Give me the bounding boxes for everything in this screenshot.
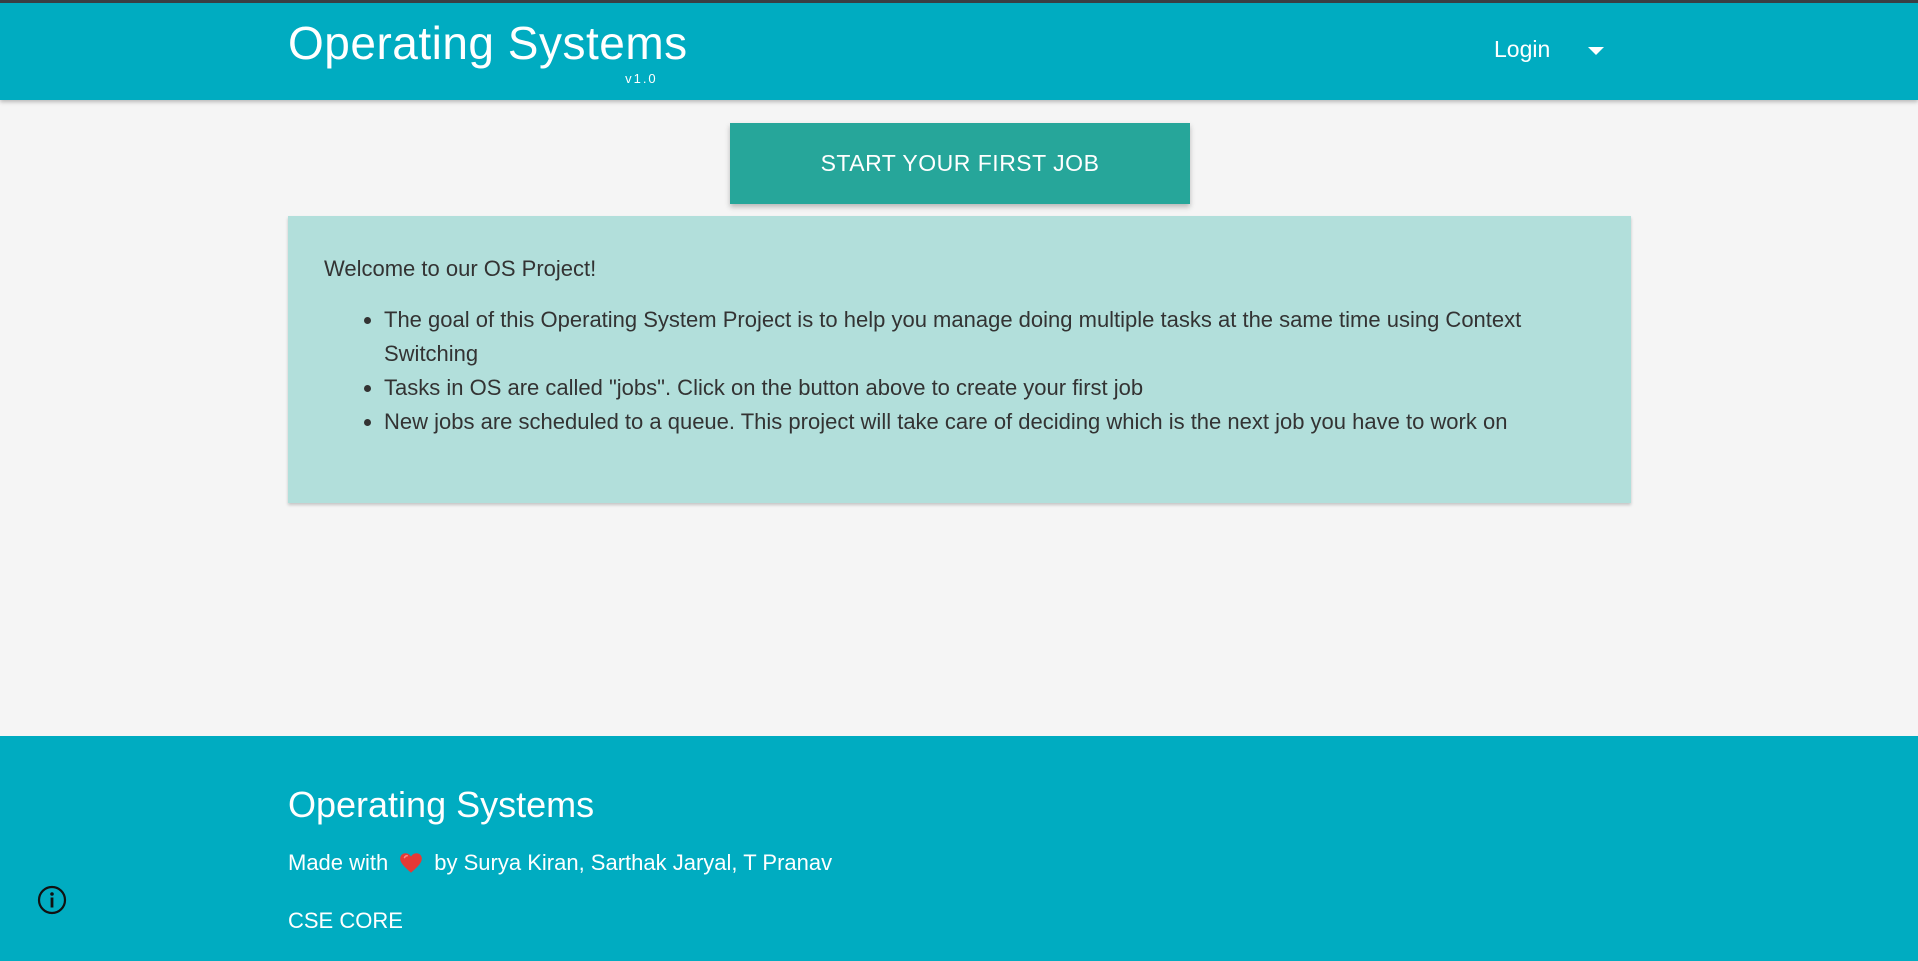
welcome-heading: Welcome to our OS Project! [324, 256, 597, 281]
footer-credits: Made with by Surya Kiran, Sarthak Jaryal… [288, 850, 832, 876]
info-icon[interactable] [36, 884, 68, 916]
start-first-job-button[interactable]: START YOUR FIRST JOB [730, 123, 1190, 204]
list-item: New jobs are scheduled to a queue. This … [384, 405, 1595, 439]
footer: Operating Systems Made with by Surya Kir… [0, 736, 1918, 961]
caret-down-icon [1588, 47, 1605, 55]
footer-org: CSE CORE [288, 908, 403, 933]
brand-version: v1.0 [625, 71, 658, 86]
heart-icon [400, 853, 423, 873]
page: Operating Systems v1.0 Login START YOUR … [0, 0, 1918, 961]
footer-title: Operating Systems [288, 784, 595, 825]
top-navbar: Operating Systems v1.0 Login [0, 0, 1918, 100]
info-list: The goal of this Operating System Projec… [324, 303, 1595, 439]
login-dropdown[interactable]: Login [1494, 36, 1605, 63]
login-label: Login [1494, 36, 1551, 62]
made-with-text: Made with [288, 850, 389, 875]
credits-text: by Surya Kiran, Sarthak Jaryal, T Pranav [434, 850, 833, 875]
welcome-card: Welcome to our OS Project! The goal of t… [288, 216, 1631, 503]
list-item: The goal of this Operating System Projec… [384, 303, 1595, 371]
brand-link[interactable]: Operating Systems v1.0 [288, 17, 688, 86]
brand-title: Operating Systems [288, 17, 688, 69]
list-item: Tasks in OS are called "jobs". Click on … [384, 371, 1595, 405]
